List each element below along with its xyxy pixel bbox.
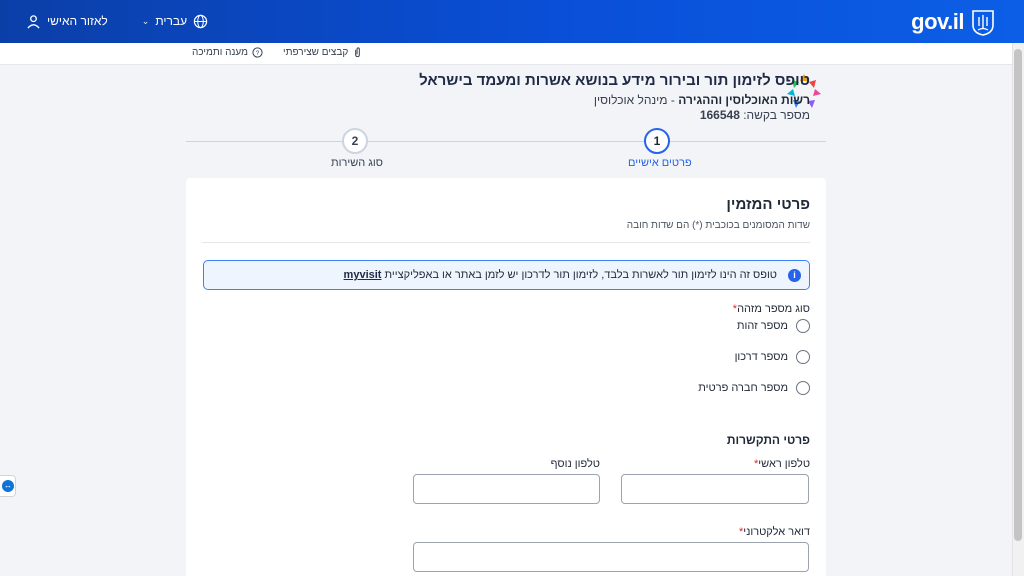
question-circle-icon: ? — [252, 47, 263, 58]
personal-area-link[interactable]: לאזור האישי — [26, 14, 108, 29]
main-phone-label: טלפון ראשי* — [754, 458, 810, 470]
step-1-indicator[interactable]: 1 — [644, 128, 670, 154]
step-2-indicator[interactable]: 2 — [342, 128, 368, 154]
email-label: דואר אלקטרוני* — [739, 526, 810, 538]
radio-button[interactable] — [796, 381, 810, 395]
authority-name: רשות האוכלוסין וההגירה — [678, 93, 810, 107]
language-label: עברית — [155, 14, 188, 28]
chevron-down-icon: ⌄ — [141, 15, 150, 26]
step-1-label: פרטים אישיים — [628, 157, 692, 169]
svg-text:?: ? — [256, 50, 260, 57]
page-title: טופס לזימון תור ובירור מידע בנושא אשרות … — [419, 72, 810, 89]
authority-line: רשות האוכלוסין וההגירה - מינהל אוכלוסין — [594, 93, 810, 107]
scrollbar-thumb[interactable] — [1014, 49, 1022, 541]
paperclip-icon — [355, 47, 361, 58]
extra-phone-input[interactable] — [413, 474, 600, 504]
language-selector[interactable]: ⌄ עברית — [142, 14, 208, 29]
form-section-title: פרטי המזמין — [726, 196, 810, 213]
form-card: פרטי המזמין שדות המסומנים בכוכבית (*) הם… — [186, 178, 826, 576]
top-header-bar: gov.il לאזור האישי ⌄ עברית — [0, 0, 1024, 43]
radio-option-label: מספר זהות — [736, 320, 788, 332]
email-input[interactable] — [413, 542, 809, 572]
state-emblem-icon — [972, 10, 994, 36]
main-phone-input[interactable] — [621, 474, 809, 504]
help-label: מענה ותמיכה — [192, 47, 248, 58]
email-label-text: דואר אלקטרוני — [743, 526, 810, 538]
request-number-value: 166548 — [699, 108, 740, 122]
utility-links: מענה ותמיכה ? קבצים שצירפתי — [192, 47, 363, 58]
gov-logo-text: gov.il — [911, 9, 964, 34]
request-number-label: מספר בקשה: — [743, 108, 810, 122]
radio-option-id-number[interactable]: מספר זהות — [737, 318, 810, 334]
id-type-label: סוג מספר מזהה* — [733, 303, 810, 315]
info-alert-text: טופס זה הינו לזימון תור לאשרות בלבד, לזי… — [344, 269, 777, 281]
user-icon — [27, 14, 40, 29]
section-divider — [202, 242, 810, 243]
required-fields-note: שדות המסומנים בכוכבית (*) הם שדות חובה — [626, 220, 810, 231]
personal-area-label: לאזור האישי — [47, 14, 108, 28]
main-phone-label-text: טלפון ראשי — [758, 458, 810, 470]
accessibility-icon: ↔ — [2, 480, 14, 492]
step-2-label: סוג השירות — [331, 157, 383, 169]
radio-option-label: מספר חברה פרטית — [698, 382, 788, 394]
request-number: מספר בקשה: 166548 — [700, 108, 810, 122]
contact-section-title: פרטי התקשרות — [726, 433, 810, 447]
myvisit-link[interactable]: myvisit — [344, 269, 382, 281]
info-alert: i טופס זה הינו לזימון תור לאשרות בלבד, ל… — [203, 260, 810, 290]
side-accessibility-tab[interactable]: ↔ — [0, 475, 16, 497]
help-link[interactable]: מענה ותמיכה ? — [192, 47, 263, 58]
radio-option-label: מספר דרכון — [734, 351, 788, 363]
top-left-actions: לאזור האישי ⌄ עברית — [26, 10, 208, 32]
info-icon: i — [788, 269, 801, 282]
attachments-link[interactable]: קבצים שצירפתי — [283, 47, 363, 58]
radio-option-private-company[interactable]: מספר חברה פרטית — [698, 380, 810, 396]
radio-option-passport[interactable]: מספר דרכון — [735, 349, 810, 365]
gov-logo[interactable]: gov.il — [911, 6, 996, 38]
utility-bar: מענה ותמיכה ? קבצים שצירפתי — [0, 43, 1012, 65]
stepper-line — [186, 141, 826, 142]
info-alert-message: טופס זה הינו לזימון תור לאשרות בלבד, לזי… — [384, 269, 777, 281]
department-name: - מינהל אוכלוסין — [593, 93, 675, 107]
id-type-label-text: סוג מספר מזהה — [737, 303, 810, 315]
globe-icon — [193, 14, 208, 28]
radio-button[interactable] — [796, 319, 810, 333]
attachments-label: קבצים שצירפתי — [282, 47, 349, 58]
extra-phone-label: טלפון נוסף — [550, 458, 600, 470]
page-scrollbar[interactable] — [1012, 43, 1024, 576]
radio-button[interactable] — [796, 350, 810, 364]
